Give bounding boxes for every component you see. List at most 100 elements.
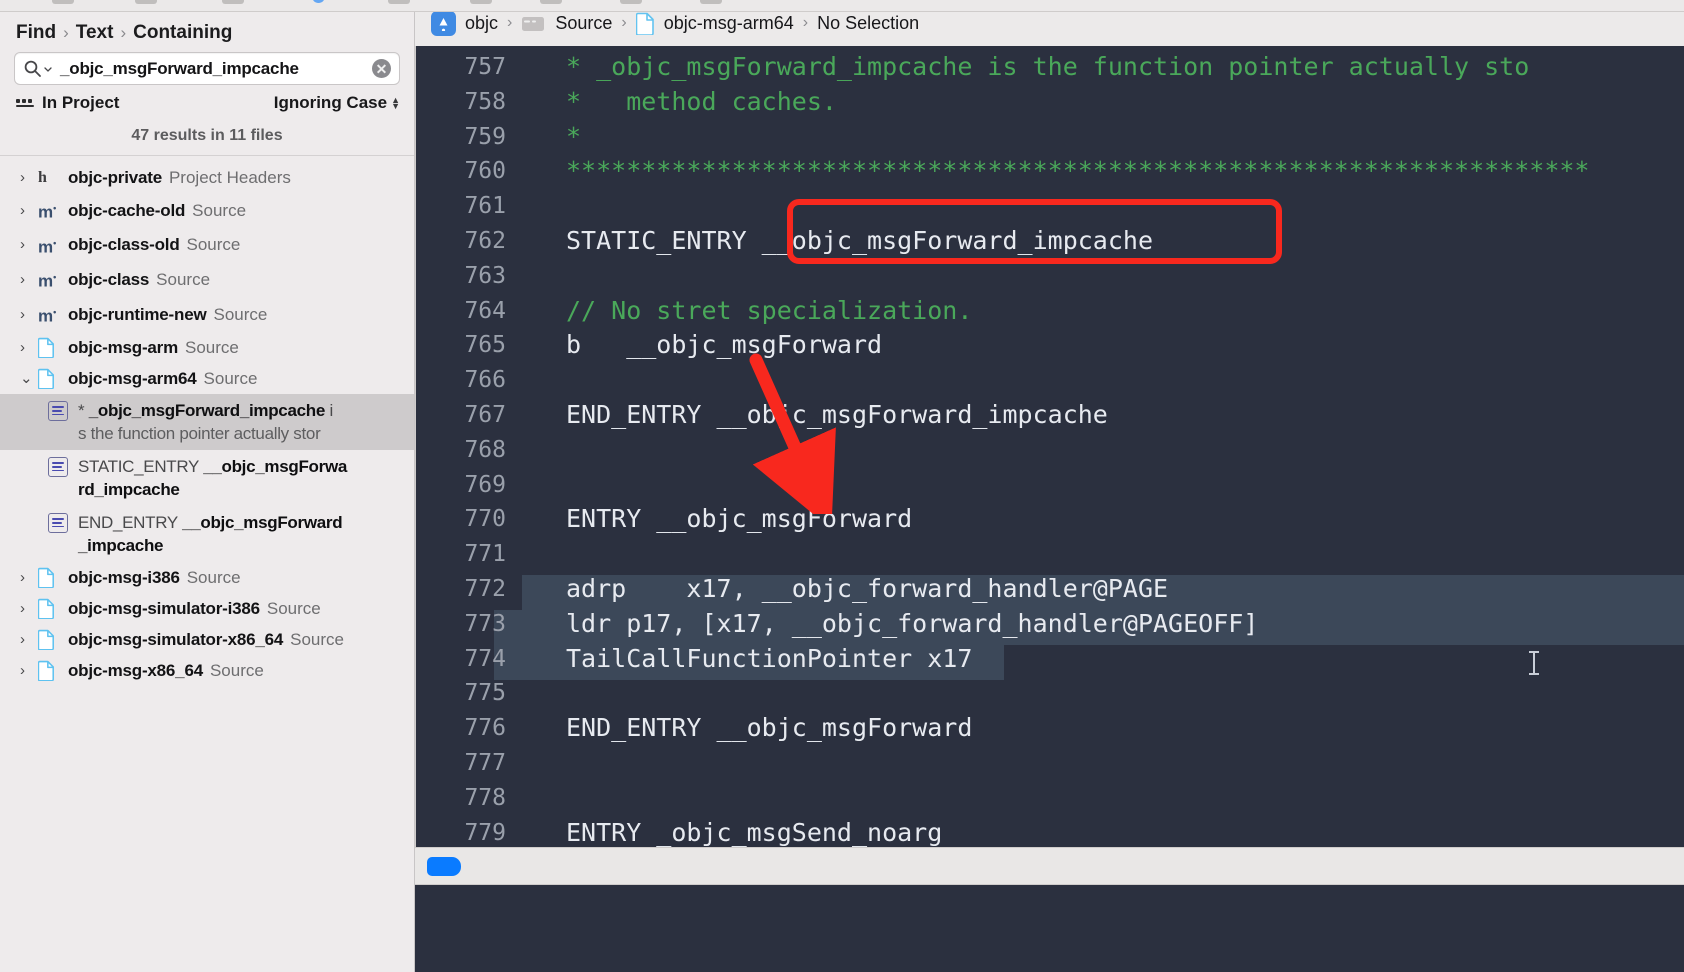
line-text[interactable]: [522, 781, 581, 816]
tree-file-row[interactable]: › m• objc-class-old Source: [0, 228, 414, 263]
run-dot-icon[interactable]: [312, 0, 325, 3]
search-input[interactable]: _objc_msgForward_impcache: [52, 59, 372, 79]
chevron-right-icon[interactable]: ›: [20, 658, 38, 683]
code-line[interactable]: 762 STATIC_ENTRY __objc_msgForward_impcac…: [416, 224, 1684, 259]
doc-icon[interactable]: [635, 12, 655, 36]
breadcrumb-containing[interactable]: Containing: [133, 22, 232, 44]
code-line[interactable]: 760 *************************************…: [416, 154, 1684, 189]
tree-file-row[interactable]: › objc-msg-arm Source: [0, 332, 414, 363]
line-text[interactable]: // No stret specialization.: [522, 294, 972, 329]
tree-file-row[interactable]: ⌄ objc-msg-arm64 Source: [0, 363, 414, 394]
code-line[interactable]: 763: [416, 259, 1684, 294]
line-text[interactable]: ENTRY __objc_msgForward: [522, 502, 912, 537]
breadcrumb-selection-label[interactable]: No Selection: [817, 13, 919, 34]
badge-icon[interactable]: [540, 0, 562, 4]
tree-file-row[interactable]: › m• objc-class Source: [0, 262, 414, 297]
line-text[interactable]: b __objc_msgForward: [522, 328, 882, 363]
search-field[interactable]: _objc_msgForward_impcache ✕: [14, 52, 400, 85]
chevron-right-icon[interactable]: ›: [20, 302, 38, 327]
cursor-icon[interactable]: [470, 0, 492, 4]
blue-pill-badge[interactable]: [427, 856, 461, 876]
tree-file-row[interactable]: › objc-msg-i386 Source: [0, 562, 414, 593]
tree-file-row[interactable]: › m• objc-cache-old Source: [0, 193, 414, 228]
search-icon[interactable]: [23, 59, 52, 78]
grid-icon[interactable]: [222, 0, 244, 4]
code-line[interactable]: 770 ENTRY __objc_msgForward: [416, 502, 1684, 537]
breadcrumb-folder-label[interactable]: Source: [555, 13, 612, 34]
chevron-down-icon[interactable]: ⌄: [20, 366, 38, 391]
case-sensitivity-selector[interactable]: Ignoring Case ▲ ▼: [274, 93, 400, 113]
results-tree[interactable]: › h objc-private Project Headers › m• objc-cac…: [0, 156, 414, 972]
clear-search-icon[interactable]: ✕: [372, 59, 391, 78]
stop-icon[interactable]: [135, 0, 157, 4]
code-line[interactable]: 759 *: [416, 120, 1684, 155]
scope-selector[interactable]: In Project: [16, 93, 119, 113]
chevron-right-icon[interactable]: ›: [20, 565, 38, 590]
line-text[interactable]: END_ENTRY __objc_msgForward_impcache: [522, 398, 1108, 433]
line-text[interactable]: *: [522, 120, 581, 155]
chevron-right-icon[interactable]: ›: [20, 627, 38, 652]
line-text[interactable]: TailCallFunctionPointer x17: [522, 642, 972, 677]
tree-file-row[interactable]: › objc-msg-simulator-x86_64 Source: [0, 624, 414, 655]
code-line[interactable]: 777: [416, 746, 1684, 781]
code-line[interactable]: 776 END_ENTRY __objc_msgForward: [416, 711, 1684, 746]
chevron-right-icon[interactable]: ›: [20, 198, 38, 223]
line-text[interactable]: ldr p17, [x17, __objc_forward_handler@PA…: [522, 607, 1258, 642]
line-text[interactable]: [522, 433, 581, 468]
tree-file-row[interactable]: › h objc-private Project Headers: [0, 162, 414, 193]
code-line[interactable]: 767 END_ENTRY __objc_msgForward_impcache: [416, 398, 1684, 433]
code-line[interactable]: 773 ldr p17, [x17, __objc_forward_handler…: [416, 607, 1684, 642]
line-text[interactable]: * method caches.: [522, 85, 837, 120]
line-text[interactable]: [522, 537, 581, 572]
code-line[interactable]: 761: [416, 189, 1684, 224]
code-line[interactable]: 775: [416, 676, 1684, 711]
code-line[interactable]: 769: [416, 468, 1684, 503]
code-line[interactable]: 774 TailCallFunctionPointer x17: [416, 642, 1684, 677]
line-text[interactable]: [522, 746, 581, 781]
panel-icon-3[interactable]: [620, 0, 642, 4]
chevron-right-icon[interactable]: ›: [20, 335, 38, 360]
code-line[interactable]: 758 * method caches.: [416, 85, 1684, 120]
panel-icon[interactable]: [52, 0, 74, 4]
line-text[interactable]: [522, 676, 581, 711]
code-line[interactable]: 757 * _objc_msgForward_impcache is the fu…: [416, 50, 1684, 85]
tree-file-row[interactable]: › objc-msg-x86_64 Source: [0, 655, 414, 686]
folder-icon[interactable]: [521, 14, 546, 33]
search-result-row[interactable]: END_ENTRY __objc_msgForward _impcache: [0, 506, 414, 562]
line-text[interactable]: [522, 189, 581, 224]
chevron-right-icon[interactable]: ›: [20, 596, 38, 621]
stepper-icon[interactable]: ▲ ▼: [391, 96, 400, 111]
line-text[interactable]: [522, 363, 581, 398]
breadcrumb-find[interactable]: Find: [16, 22, 56, 44]
code-lines[interactable]: 757 * _objc_msgForward_impcache is the fu…: [416, 46, 1684, 847]
breadcrumb-project-label[interactable]: objc: [465, 13, 498, 34]
line-text[interactable]: ENTRY _objc_msgSend_noarg: [522, 816, 942, 847]
code-line[interactable]: 764 // No stret specialization.: [416, 294, 1684, 329]
code-line[interactable]: 765 b __objc_msgForward: [416, 328, 1684, 363]
project-icon[interactable]: [431, 10, 456, 36]
line-text[interactable]: * _objc_msgForward_impcache is the funct…: [522, 50, 1529, 85]
tree-file-row[interactable]: › m• objc-runtime-new Source: [0, 297, 414, 332]
panel-icon-4[interactable]: [700, 0, 722, 4]
code-line[interactable]: 778: [416, 781, 1684, 816]
chevron-right-icon[interactable]: ›: [20, 267, 38, 292]
search-result-row[interactable]: * _objc_msgForward_impcache is the funct…: [0, 393, 414, 450]
line-text[interactable]: STATIC_ENTRY __objc_msgForward_impcache: [522, 224, 1153, 259]
tree-file-row[interactable]: › objc-msg-simulator-i386 Source: [0, 593, 414, 624]
line-text[interactable]: [522, 259, 581, 294]
panel-icon-2[interactable]: [388, 0, 410, 4]
breadcrumb-text[interactable]: Text: [76, 22, 114, 44]
line-text[interactable]: [522, 468, 581, 503]
line-text[interactable]: END_ENTRY __objc_msgForward: [522, 711, 972, 746]
breadcrumb-file-label[interactable]: objc-msg-arm64: [664, 13, 794, 34]
chevron-right-icon[interactable]: ›: [20, 165, 38, 190]
code-editor[interactable]: 757 * _objc_msgForward_impcache is the fu…: [415, 46, 1684, 847]
line-text[interactable]: ****************************************…: [522, 154, 1590, 189]
line-text[interactable]: adrp x17, __objc_forward_handler@PAGE: [522, 572, 1168, 607]
code-line[interactable]: 766: [416, 363, 1684, 398]
code-line[interactable]: 779 ENTRY _objc_msgSend_noarg: [416, 816, 1684, 847]
search-result-row[interactable]: STATIC_ENTRY __objc_msgForwa rd_impcache: [0, 450, 414, 506]
code-line[interactable]: 768: [416, 433, 1684, 468]
code-line[interactable]: 772 adrp x17, __objc_forward_handler@PAGE: [416, 572, 1684, 607]
code-line[interactable]: 771: [416, 537, 1684, 572]
